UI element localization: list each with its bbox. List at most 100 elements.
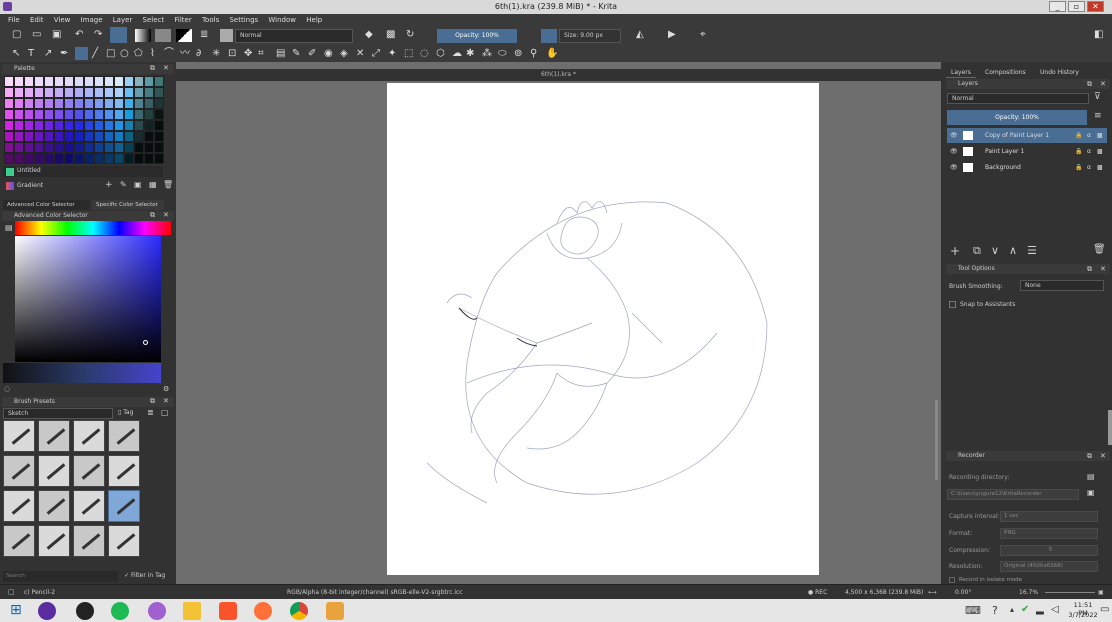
color-settings-icon[interactable]: ▤ [5,223,13,232]
freehand-path-tool-icon[interactable]: 〰 [180,45,190,62]
brush-preset-item[interactable] [3,490,35,522]
close-icon[interactable]: ✕ [163,211,169,219]
network-icon[interactable]: ▂ [1036,604,1044,615]
palette-swatch[interactable] [94,120,104,131]
palette-swatch[interactable] [124,120,134,131]
duplicate-layer-icon[interactable]: ⧉ [973,244,981,258]
palette-swatch[interactable] [84,87,94,98]
lock-icon[interactable]: 🔒 [1075,128,1082,143]
palette-swatch[interactable] [4,109,14,120]
lock-icon[interactable]: 🔒 [1075,144,1082,159]
palette-swatch[interactable] [44,98,54,109]
float-icon[interactable]: ⧉ [1087,80,1092,89]
palette-swatch[interactable] [94,131,104,142]
palette-swatch[interactable] [34,87,44,98]
palette-swatch[interactable] [74,98,84,109]
menu-tools[interactable]: Tools [202,14,219,26]
palette-swatch[interactable] [54,153,64,164]
pattern-icon[interactable] [155,29,171,42]
color-history-strip[interactable] [3,363,161,383]
float-icon[interactable]: ⧉ [150,64,155,73]
snap-checkbox[interactable] [949,301,956,308]
palette-swatch[interactable] [54,87,64,98]
palette-swatch[interactable] [64,76,74,87]
float-icon[interactable]: ⧉ [1087,265,1092,274]
magnetic-select-tool-icon[interactable]: ⊚ [514,45,522,62]
color-pick-icon[interactable]: ◌ [4,385,10,393]
palette-swatch[interactable] [124,153,134,164]
maximize-button[interactable]: ▫ [1068,1,1085,12]
tab-compositions[interactable]: Compositions [980,67,1035,78]
chrome-icon[interactable] [290,602,308,620]
palette-swatch[interactable] [134,120,144,131]
rect-select-tool-icon[interactable]: ⬚ [404,45,413,62]
close-button[interactable]: ✕ [1087,1,1104,12]
calligraphy-tool-icon[interactable]: ✒ [60,45,68,62]
rotate-icon[interactable]: ⟷ [928,585,937,600]
freehand-brush-tool-icon[interactable] [75,47,88,60]
layer-blend-select[interactable]: Normal [947,93,1089,104]
palette-swatch[interactable] [34,131,44,142]
new-document-icon[interactable]: ▢ [12,26,21,43]
palette-swatch[interactable] [54,120,64,131]
layer-row[interactable]: 👁 Copy of Paint Layer 1 🔒 α ▩ [947,128,1107,143]
polyline-tool-icon[interactable]: ⌇ [150,45,155,62]
alpha-icon[interactable]: α [1087,160,1091,175]
palette-swatch[interactable] [154,120,164,131]
palette-swatch[interactable] [124,142,134,153]
palette-swatch[interactable] [94,87,104,98]
hue-bar[interactable] [15,221,171,235]
keyboard-icon[interactable]: ⌨ [965,604,981,617]
palette-swatch[interactable] [104,87,114,98]
palette-swatch[interactable] [134,153,144,164]
krita-icon[interactable] [148,602,166,620]
palette-swatch[interactable] [44,120,54,131]
mirror-vertical-icon[interactable]: ▶ [668,26,676,43]
brush-preset-item[interactable] [108,420,140,452]
multibrush-tool-icon[interactable]: ✳ [212,45,220,62]
palette-swatch[interactable] [14,98,24,109]
brush-preset-icon[interactable] [110,27,127,43]
zoom-value[interactable]: 16.7% [1019,585,1038,600]
brush-preset-item[interactable] [38,455,70,487]
notification-icon[interactable]: ▭ [1100,604,1109,615]
firefox-icon[interactable] [254,602,272,620]
tray-app-icon[interactable]: ✔ [1021,604,1029,615]
palette-swatch[interactable] [144,142,154,153]
palette-swatch[interactable] [44,153,54,164]
gradient-tool-icon[interactable]: ▤ [276,45,285,62]
palette-swatch[interactable] [154,131,164,142]
palette-swatch[interactable] [44,109,54,120]
palette-swatch[interactable] [134,98,144,109]
minimize-button[interactable]: _ [1049,1,1066,12]
palette-swatch[interactable] [34,109,44,120]
pan-tool-icon[interactable]: ✋ [546,45,558,62]
canvas-only-icon[interactable]: ◧ [1094,26,1103,43]
zoom-tool-icon[interactable]: ⚲ [530,45,537,62]
palette-swatch[interactable] [114,76,124,87]
recording-indicator[interactable]: ● REC [808,585,827,600]
alpha-lock-icon[interactable]: ▩ [386,26,395,43]
palette-swatch[interactable] [84,153,94,164]
palette-swatch[interactable] [64,109,74,120]
lock-icon[interactable]: 🔒 [1075,160,1082,175]
size-slider-fill[interactable] [541,29,557,43]
palette-swatch[interactable] [74,76,84,87]
layer-row[interactable]: 👁 Background 🔒 α ▩ [947,160,1107,175]
brush-settings-icon[interactable]: ≣ [200,26,208,43]
palette-swatch[interactable] [74,87,84,98]
palette-swatch[interactable] [94,76,104,87]
palette-swatch[interactable] [144,109,154,120]
brush-preset-item[interactable] [3,420,35,452]
palette-swatch[interactable] [94,142,104,153]
close-icon[interactable]: ✕ [1100,265,1106,273]
reference-tool-icon[interactable]: ✦ [388,45,396,62]
palette-swatch[interactable] [94,153,104,164]
settings-icon[interactable]: ⚙ [163,385,169,393]
palette-swatch[interactable] [14,120,24,131]
palette-swatch[interactable] [54,131,64,142]
resolution-select[interactable]: Original (4500x6368) [1000,561,1098,572]
brush-preset-item[interactable] [108,525,140,557]
palette-swatch[interactable] [14,153,24,164]
palette-swatch[interactable] [4,87,14,98]
